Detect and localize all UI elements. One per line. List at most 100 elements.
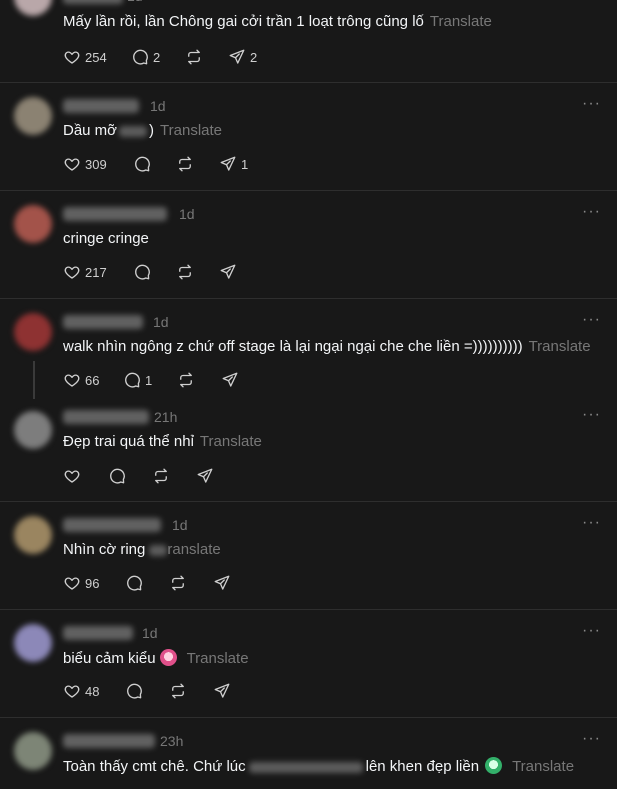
post-actions: 217	[63, 260, 303, 284]
more-options-icon[interactable]: ···	[582, 95, 601, 113]
like-count: 96	[85, 575, 100, 591]
translate-link[interactable]: Translate	[160, 122, 222, 139]
comment-icon	[133, 49, 148, 65]
username[interactable]	[63, 315, 143, 329]
avatar[interactable]	[14, 97, 52, 135]
post-actions	[63, 464, 303, 488]
post-body: Mấy lần rồi, lần Chông gai cởi trần 1 lo…	[63, 13, 424, 30]
more-options-icon[interactable]: ···	[582, 311, 601, 329]
username[interactable]	[63, 518, 161, 532]
translate-link[interactable]: ranslate	[167, 541, 220, 558]
share-button[interactable]: 1	[219, 152, 248, 176]
post-time: 1d	[179, 206, 195, 222]
repost-icon	[188, 49, 200, 65]
avatar[interactable]	[14, 205, 52, 243]
translate-link[interactable]: Translate	[187, 650, 249, 667]
avatar[interactable]	[14, 411, 52, 449]
heart-icon	[64, 577, 80, 590]
avatar[interactable]	[14, 624, 52, 662]
post-time: 1d	[142, 625, 158, 641]
like-count: 254	[85, 49, 107, 65]
post-actions: 66 1	[63, 368, 303, 392]
repost-button[interactable]	[169, 679, 187, 703]
post: 23h ··· Toàn thấy cmt chê. Chứ lúc lên kh…	[0, 718, 617, 789]
post: 1d ··· cringe cringe 217	[0, 191, 617, 299]
blurred-text	[119, 125, 148, 137]
heart-icon	[64, 374, 80, 387]
like-button[interactable]: 254	[63, 45, 107, 69]
heart-icon	[64, 158, 80, 171]
comment-button[interactable]	[108, 464, 126, 488]
like-button[interactable]	[63, 464, 81, 488]
repost-icon	[179, 264, 191, 280]
comment-icon	[135, 156, 150, 172]
repost-icon	[180, 372, 192, 388]
comment-button[interactable]: 1	[123, 368, 152, 392]
like-button[interactable]: 217	[63, 260, 107, 284]
username[interactable]	[63, 626, 133, 640]
share-button[interactable]	[196, 464, 214, 488]
like-button[interactable]: 309	[63, 152, 107, 176]
post-body: biểu cảm kiểu	[63, 650, 156, 667]
username[interactable]	[63, 410, 149, 424]
repost-button[interactable]	[176, 260, 194, 284]
post: 1d ··· biểu cảm kiểu Translate 48	[0, 610, 617, 718]
username[interactable]	[63, 0, 123, 4]
repost-button[interactable]	[176, 152, 194, 176]
comment-button[interactable]	[133, 152, 151, 176]
post-body: walk nhìn ngông z chứ off stage là lại n…	[63, 338, 523, 355]
repost-button[interactable]	[152, 464, 170, 488]
repost-icon	[179, 156, 191, 172]
share-button[interactable]	[219, 260, 237, 284]
more-options-icon[interactable]: ···	[582, 622, 601, 640]
post-body: cringe cringe	[63, 230, 149, 247]
more-options-icon[interactable]: ···	[582, 406, 601, 424]
comment-button[interactable]	[133, 260, 151, 284]
username[interactable]	[63, 207, 167, 221]
post-text: Nhìn cờ ring ranslate	[63, 541, 221, 558]
post-body-end: )	[149, 122, 155, 139]
like-button[interactable]: 96	[63, 571, 99, 595]
more-options-icon[interactable]: ···	[582, 514, 601, 532]
send-icon	[222, 372, 238, 387]
avatar[interactable]	[14, 732, 52, 770]
heart-icon	[64, 685, 80, 698]
comment-button[interactable]	[125, 679, 143, 703]
username[interactable]	[63, 734, 155, 748]
share-button[interactable]	[213, 679, 231, 703]
repost-button[interactable]	[169, 571, 187, 595]
heart-icon	[64, 266, 80, 279]
avatar[interactable]	[14, 0, 52, 16]
post-text: walk nhìn ngông z chứ off stage là lại n…	[63, 338, 591, 355]
post-time: 1d	[150, 98, 166, 114]
post-actions: 309 1	[63, 152, 303, 176]
post-time: 23h	[160, 733, 184, 749]
post-time: 1d	[172, 517, 188, 533]
translate-link[interactable]: Translate	[200, 433, 262, 450]
more-options-icon[interactable]: ···	[582, 730, 601, 748]
send-icon	[220, 264, 236, 279]
comment-button[interactable]: 2	[131, 45, 160, 69]
repost-button[interactable]	[177, 368, 195, 392]
post-text: cringe cringe	[63, 230, 149, 247]
post: 1d ··· Nhìn cờ ring ranslate 96	[0, 502, 617, 610]
share-button[interactable]	[221, 368, 239, 392]
more-options-icon[interactable]: ···	[582, 203, 601, 221]
share-button[interactable]	[213, 571, 231, 595]
translate-link[interactable]: Translate	[512, 758, 574, 775]
share-button[interactable]: 2	[228, 45, 257, 69]
translate-link[interactable]: Translate	[529, 338, 591, 355]
repost-icon	[155, 468, 167, 484]
post: 1d ··· Dầu mỡ) Translate 309 1	[0, 83, 617, 191]
repost-button[interactable]	[185, 45, 203, 69]
share-count: 1	[241, 156, 249, 172]
like-button[interactable]: 48	[63, 679, 99, 703]
avatar[interactable]	[14, 516, 52, 554]
like-button[interactable]: 66	[63, 368, 99, 392]
avatar[interactable]	[14, 313, 52, 351]
comment-icon	[110, 468, 125, 484]
post-body-end: lên khen đẹp liền	[365, 758, 480, 775]
translate-link[interactable]: Translate	[430, 13, 492, 30]
username[interactable]	[63, 99, 139, 113]
comment-button[interactable]	[125, 571, 143, 595]
